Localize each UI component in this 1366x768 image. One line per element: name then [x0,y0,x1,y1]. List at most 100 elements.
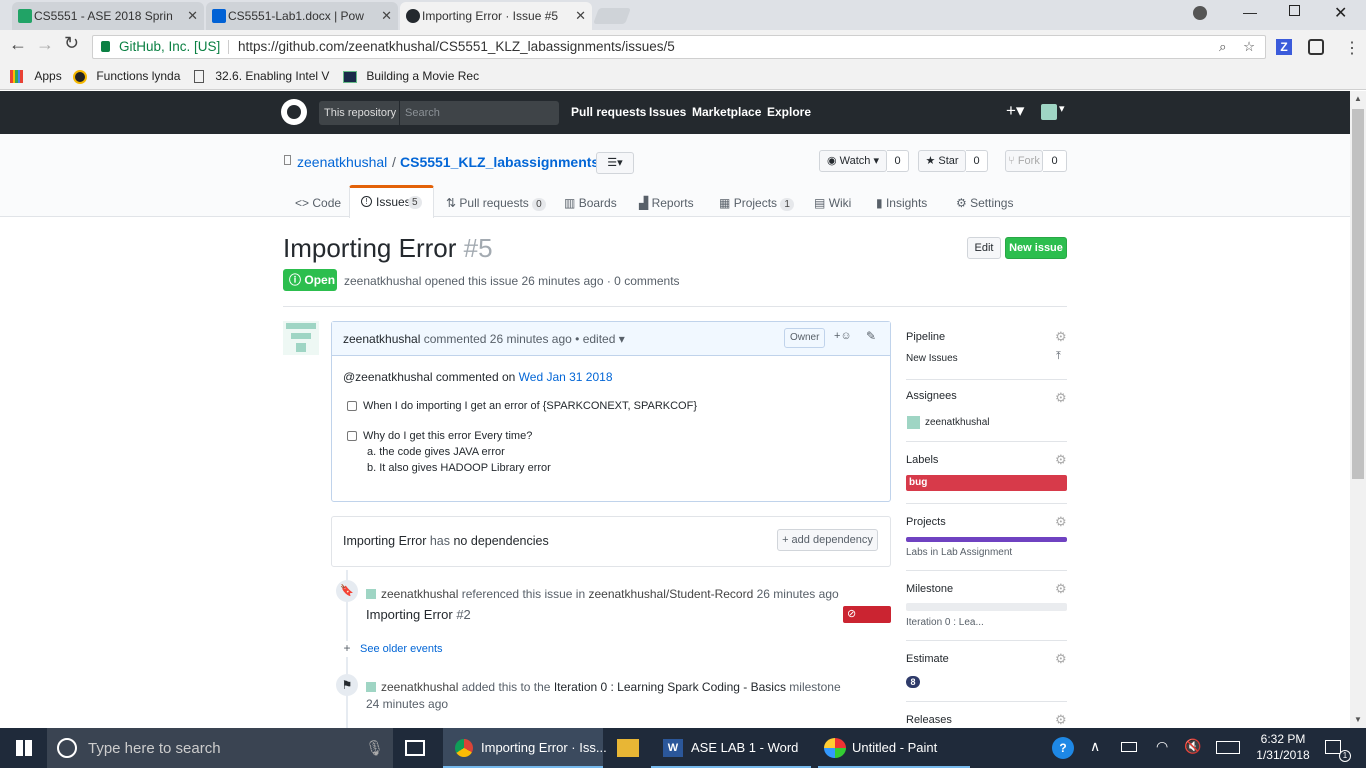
scroll-down-icon[interactable]: ▼ [1354,715,1362,724]
milestone-name[interactable]: Iteration 0 : Lea... [906,617,984,628]
windows-start-icon[interactable] [16,740,32,756]
project-name[interactable]: Labs in Lab Assignment [906,547,1012,558]
bookmark-apps[interactable]: Apps [10,69,62,84]
zoom-search-icon[interactable]: ⌕ [1219,36,1227,58]
avatar[interactable] [366,589,376,599]
taskbar-app-chrome[interactable]: Importing Error · Iss... [443,728,607,768]
chevron-down-icon[interactable]: ▾ [619,332,625,346]
avatar[interactable] [907,416,920,429]
taskbar-search[interactable]: Type here to search 🎙 [47,728,393,768]
keyboard-icon[interactable] [1216,741,1240,754]
referenced-issue-link[interactable]: Importing Error #2 [366,607,471,622]
tab-settings[interactable]: ⚙ Settings [956,196,1013,210]
assignee-name[interactable]: zeenatkhushal [925,417,990,428]
microphone-icon[interactable]: 🎙 [365,739,384,757]
scrollbar-thumb[interactable] [1352,109,1364,479]
label-bug[interactable]: bug [906,475,1067,491]
extension-z-icon[interactable]: Z [1276,39,1292,55]
bookmark-star-icon[interactable]: ☆ [1243,36,1255,58]
gear-icon[interactable]: ⚙ [1055,390,1067,406]
repo-menu-button[interactable]: ☰▾ [596,152,634,174]
star-count[interactable]: 0 [966,150,988,172]
tab-reports[interactable]: ▟ Reports [639,196,694,210]
fork-count[interactable]: 0 [1043,150,1067,172]
nav-issues[interactable]: Issues [649,105,686,119]
github-logo-icon[interactable] [281,99,307,125]
scroll-up-icon[interactable]: ▲ [1354,94,1362,103]
tab-code[interactable]: <> Code [295,196,341,210]
add-reaction-icon[interactable]: +☺ [834,330,852,342]
avatar[interactable] [1041,104,1057,120]
see-older-events-link[interactable]: See older events [360,643,443,655]
wifi-icon[interactable]: ◠ [1156,738,1168,755]
restore-icon[interactable] [1289,5,1300,16]
tab-insights[interactable]: ▮ Insights [876,196,927,210]
nav-pull-requests[interactable]: Pull requests [571,105,646,119]
bookmark-movie[interactable]: Building a Movie Rec [343,69,479,83]
forward-icon[interactable]: → [36,34,54,55]
back-icon[interactable]: ← [9,34,27,55]
taskbar-app-word[interactable]: W ASE LAB 1 - Word [651,728,811,768]
estimate-badge[interactable]: 8 [906,676,920,688]
battery-icon[interactable] [1121,742,1137,752]
address-bar[interactable]: GitHub, Inc. [US] https://github.com/zee… [92,35,1266,59]
taskbar-app-paint[interactable]: Untitled - Paint [818,728,970,768]
avatar[interactable] [366,682,376,692]
milestone-link[interactable]: Iteration 0 : Learning Spark Coding - Ba… [554,680,786,694]
profile-icon[interactable] [1193,6,1207,20]
gear-icon[interactable]: ⚙ [1055,712,1067,728]
search-input[interactable]: Search [405,107,440,119]
url-text[interactable]: https://github.com/zeenatkhushal/CS5551_… [238,36,675,58]
clock[interactable]: 6:32 PM 1/31/2018 [1253,731,1313,763]
close-icon[interactable]: ✕ [187,2,198,30]
tab-boards[interactable]: ▥ Boards [564,196,617,210]
task-view-icon[interactable] [405,740,425,756]
avatar[interactable] [283,321,319,355]
browser-tab-1[interactable]: CS5551 - ASE 2018 Sprin ✕ [12,2,204,30]
task-checkbox-1[interactable] [347,401,357,411]
scrollbar[interactable]: ▲ ▼ [1350,91,1366,728]
repo-owner-link[interactable]: zeenatkhushal [297,154,387,170]
tab-pull-requests[interactable]: ⇅ Pull requests 0 [446,196,546,211]
issue-author-link[interactable]: zeenatkhushal [344,274,421,288]
add-dependency-button[interactable]: + add dependency [777,529,878,551]
nav-marketplace[interactable]: Marketplace [692,105,761,119]
gear-icon[interactable]: ⚙ [1055,514,1067,530]
new-tab-button[interactable] [593,8,631,24]
plus-dropdown-icon[interactable]: +▾ [1006,101,1024,121]
close-window-icon[interactable]: ✕ [1334,3,1347,23]
minimize-icon[interactable]: — [1243,4,1257,20]
event-author-link[interactable]: zeenatkhushal [381,680,458,694]
search-scope[interactable]: This repository Search [319,101,559,125]
file-explorer-icon[interactable] [617,739,639,757]
chevron-up-icon[interactable]: ∧ [1090,738,1100,755]
watch-button[interactable]: ◉ Watch ▾ [819,150,887,172]
browser-tab-2[interactable]: CS5551-Lab1.docx | Pow ✕ [206,2,398,30]
move-top-icon[interactable]: ⤒ [1056,350,1061,363]
fork-button[interactable]: ⑂ Fork [1005,150,1043,172]
tab-projects[interactable]: ▦ Projects 1 [719,196,794,211]
notification-icon[interactable] [1325,740,1341,754]
pencil-icon[interactable]: ✎ [866,329,876,343]
nav-explore[interactable]: Explore [767,105,811,119]
repo-name-link[interactable]: CS5551_KLZ_labassignments [400,154,599,170]
gear-icon[interactable]: ⚙ [1055,329,1067,345]
event-author-link[interactable]: zeenatkhushal [381,587,458,601]
new-issue-button[interactable]: New issue [1005,237,1067,259]
expand-icon[interactable]: + [339,641,355,657]
bookmark-intel[interactable]: 32.6. Enabling Intel V [194,69,329,84]
tab-wiki[interactable]: ▤ Wiki [814,196,851,210]
bookmark-lynda[interactable]: Functions lynda [73,69,180,84]
watch-count[interactable]: 0 [887,150,909,172]
star-button[interactable]: ★ Star [918,150,966,172]
mention-link[interactable]: @zeenatkhushal [343,370,433,384]
volume-muted-icon[interactable]: 🔇 [1184,738,1201,755]
edit-button[interactable]: Edit [967,237,1001,259]
task-checkbox-2[interactable] [347,431,357,441]
gear-icon[interactable]: ⚙ [1055,452,1067,468]
menu-icon[interactable]: ⋮ [1344,38,1360,58]
help-icon[interactable]: ? [1052,737,1074,759]
chevron-down-icon[interactable]: ▾ [1059,102,1065,115]
close-icon[interactable]: ✕ [575,2,586,30]
reload-icon[interactable]: ↻ [64,33,79,54]
